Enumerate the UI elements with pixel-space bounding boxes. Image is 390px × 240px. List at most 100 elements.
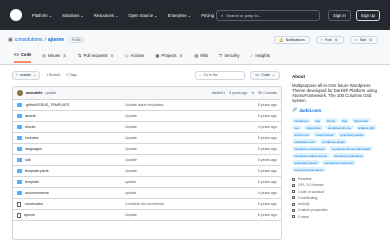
topic-tag[interactable]: gutenberg-blocks xyxy=(338,132,367,137)
file-name[interactable]: template-parts xyxy=(25,169,49,173)
sign-up-button[interactable]: Sign up xyxy=(355,9,380,21)
topic-tag[interactable]: woocommerce-theme xyxy=(292,167,326,172)
table-row[interactable]: template-parts Update 5 years ago xyxy=(13,166,281,177)
commit-hash[interactable]: abc6d01 xyxy=(212,91,225,95)
website-label: darkit.com xyxy=(299,107,322,113)
topic-tag[interactable]: wordpress xyxy=(292,118,311,123)
commit-message-cell[interactable]: Update xyxy=(125,114,247,118)
repo-owner-link[interactable]: consolutions xyxy=(15,37,43,43)
about-list-item[interactable]: Activity xyxy=(292,202,382,206)
star-button[interactable]: ☆ Star 0 xyxy=(349,36,378,44)
about-list-item[interactable]: Readme xyxy=(292,177,382,181)
about-list-item[interactable]: Contributing xyxy=(292,196,382,200)
topic-tag[interactable]: wordpress-starter-theme xyxy=(292,153,330,158)
topic-tag[interactable]: atomic-css xyxy=(292,132,312,137)
branch-select[interactable]: ⑂ master ⌄ xyxy=(12,70,41,80)
topic-tag[interactable]: css xyxy=(312,118,323,123)
fork-label: Fork xyxy=(324,38,332,42)
table-row[interactable]: .github/ISSUE_TEMPLATE Update issue templ… xyxy=(13,100,281,111)
table-row[interactable]: includes Update 5 years ago xyxy=(13,133,281,144)
branches-link[interactable]: 1 Branch xyxy=(46,73,60,77)
tab-issues[interactable]: ◎ Issues 3 xyxy=(42,52,67,63)
website-link[interactable]: 🔗 darkit.com xyxy=(292,107,382,113)
commit-message-cell[interactable]: Update xyxy=(125,169,247,173)
commit-message-cell[interactable]: Update xyxy=(125,136,247,140)
topic-tag[interactable]: widgets-grid xyxy=(355,125,377,130)
file-name[interactable]: languages xyxy=(25,147,42,151)
github-logo-icon[interactable] xyxy=(10,9,22,21)
table-row[interactable]: languages Update 5 years ago xyxy=(13,144,281,155)
nav-resources[interactable]: Resources ⌄ xyxy=(94,13,119,18)
commit-author[interactable]: anonatlite xyxy=(26,91,43,95)
file-name[interactable]: woocommerce xyxy=(25,191,49,195)
topic-tag[interactable]: wordpress-theme-framework xyxy=(329,146,373,151)
commit-message-cell[interactable]: Update xyxy=(125,158,247,162)
commit-message-cell[interactable]: Update xyxy=(125,213,247,217)
commit-message-cell[interactable]: update xyxy=(125,191,247,195)
topic-tag[interactable]: wordpress-theme xyxy=(325,125,354,130)
about-list-item[interactable]: 0 stars xyxy=(292,215,382,219)
nav-solutions[interactable]: Solutions ⌄ xyxy=(62,13,84,18)
topic-tag[interactable]: framework xyxy=(351,118,371,123)
tab-projects[interactable]: ▦ Projects 0 xyxy=(155,52,184,63)
table-row[interactable]: blocks Update 4 years ago xyxy=(13,122,281,133)
tab-security[interactable]: ⛉ Security xyxy=(219,52,239,63)
table-row[interactable]: .shortcodes Combine old comments 5 years a… xyxy=(13,199,281,210)
commit-message-cell[interactable]: update xyxy=(125,180,247,184)
topic-tag[interactable]: wordpress-plugin xyxy=(319,139,348,144)
go-to-file-input[interactable]: ⌕ Go to file xyxy=(195,70,246,80)
commit-message[interactable]: update xyxy=(46,91,57,95)
file-name[interactable]: template xyxy=(25,180,39,184)
code-dropdown-button[interactable]: <> Code ⌄ xyxy=(250,70,280,80)
about-list-item[interactable]: GPL-3.0 license xyxy=(292,183,382,187)
nav-open-source[interactable]: Open Source ⌄ xyxy=(128,13,157,18)
tab-pull-requests[interactable]: ⇅ Pull requests 0 xyxy=(78,52,115,63)
file-name[interactable]: blocks xyxy=(25,125,35,129)
tab-wiki[interactable]: ▤ Wiki xyxy=(194,52,208,63)
table-row[interactable]: sdk Update 5 years ago xyxy=(13,155,281,166)
tags-link[interactable]: 0 Tags xyxy=(67,73,78,77)
commit-count[interactable]: 80 Commits xyxy=(258,91,277,95)
about-list-item[interactable]: Code of conduct xyxy=(292,190,382,194)
file-name[interactable]: includes xyxy=(25,136,39,140)
topic-tag[interactable]: wordpress-gutenberg xyxy=(331,153,366,158)
topic-tag[interactable]: fast xyxy=(339,118,350,123)
latest-commit-row: anonatlite update abc6d01 5 years ago ⟲ … xyxy=(13,87,281,100)
nav-pricing[interactable]: Pricing xyxy=(201,13,214,18)
repo-name-link[interactable]: ajonne xyxy=(48,37,64,43)
fork-button[interactable]: ⑂ Fork 0 xyxy=(315,36,344,44)
table-row[interactable]: ajonne Update 5 years ago xyxy=(13,210,281,221)
topic-tag[interactable]: seo xyxy=(292,125,302,130)
topic-tag[interactable]: wordpress-customizer xyxy=(321,160,357,165)
table-row[interactable]: assets Update 5 years ago xyxy=(13,111,281,122)
nav-enterprise[interactable]: Enterprise ⌄ xyxy=(168,13,192,18)
file-name[interactable]: sdk xyxy=(25,158,31,162)
file-name[interactable]: ajonne xyxy=(24,213,35,217)
search-input[interactable]: ⌕ Search or jump to... xyxy=(215,9,320,21)
commit-message-cell[interactable]: Combine old comments xyxy=(125,202,247,206)
file-name[interactable]: .shortcodes xyxy=(24,202,43,206)
commit-message-cell[interactable]: Update xyxy=(125,125,247,129)
branch-name: master xyxy=(20,73,32,77)
topic-tag[interactable]: custom-block xyxy=(313,132,337,137)
topic-tag[interactable]: theme xyxy=(324,118,338,123)
tab-actions[interactable]: ▷ Actions xyxy=(125,52,144,63)
sign-in-button[interactable]: Sign in xyxy=(327,9,351,21)
commit-message-cell[interactable]: Update issue templates xyxy=(125,103,247,107)
topic-tag[interactable]: gutenberg-theme xyxy=(292,160,320,165)
about-item-label: Readme xyxy=(298,177,312,181)
topic-tag[interactable]: responsive xyxy=(303,125,324,130)
file-name[interactable]: .github/ISSUE_TEMPLATE xyxy=(25,103,69,107)
table-row[interactable]: template update 5 years ago xyxy=(13,177,281,188)
tab-insights[interactable]: ⟋ Insights xyxy=(250,52,269,63)
commit-message-cell[interactable]: Update xyxy=(125,147,247,151)
file-time: 5 years ago xyxy=(257,158,277,162)
tab-code[interactable]: <> Code xyxy=(14,52,32,63)
file-name[interactable]: assets xyxy=(25,114,36,118)
table-row[interactable]: woocommerce update 4 years ago xyxy=(13,188,281,199)
topic-tag[interactable]: sanitization-css xyxy=(292,139,318,144)
about-list-item[interactable]: Custom properties xyxy=(292,208,382,212)
nav-platform[interactable]: Platform ⌄ xyxy=(32,13,52,18)
topic-tag[interactable]: wordpress-child-theme xyxy=(292,146,328,151)
notifications-button[interactable]: 🔔 Notifications xyxy=(274,36,310,44)
